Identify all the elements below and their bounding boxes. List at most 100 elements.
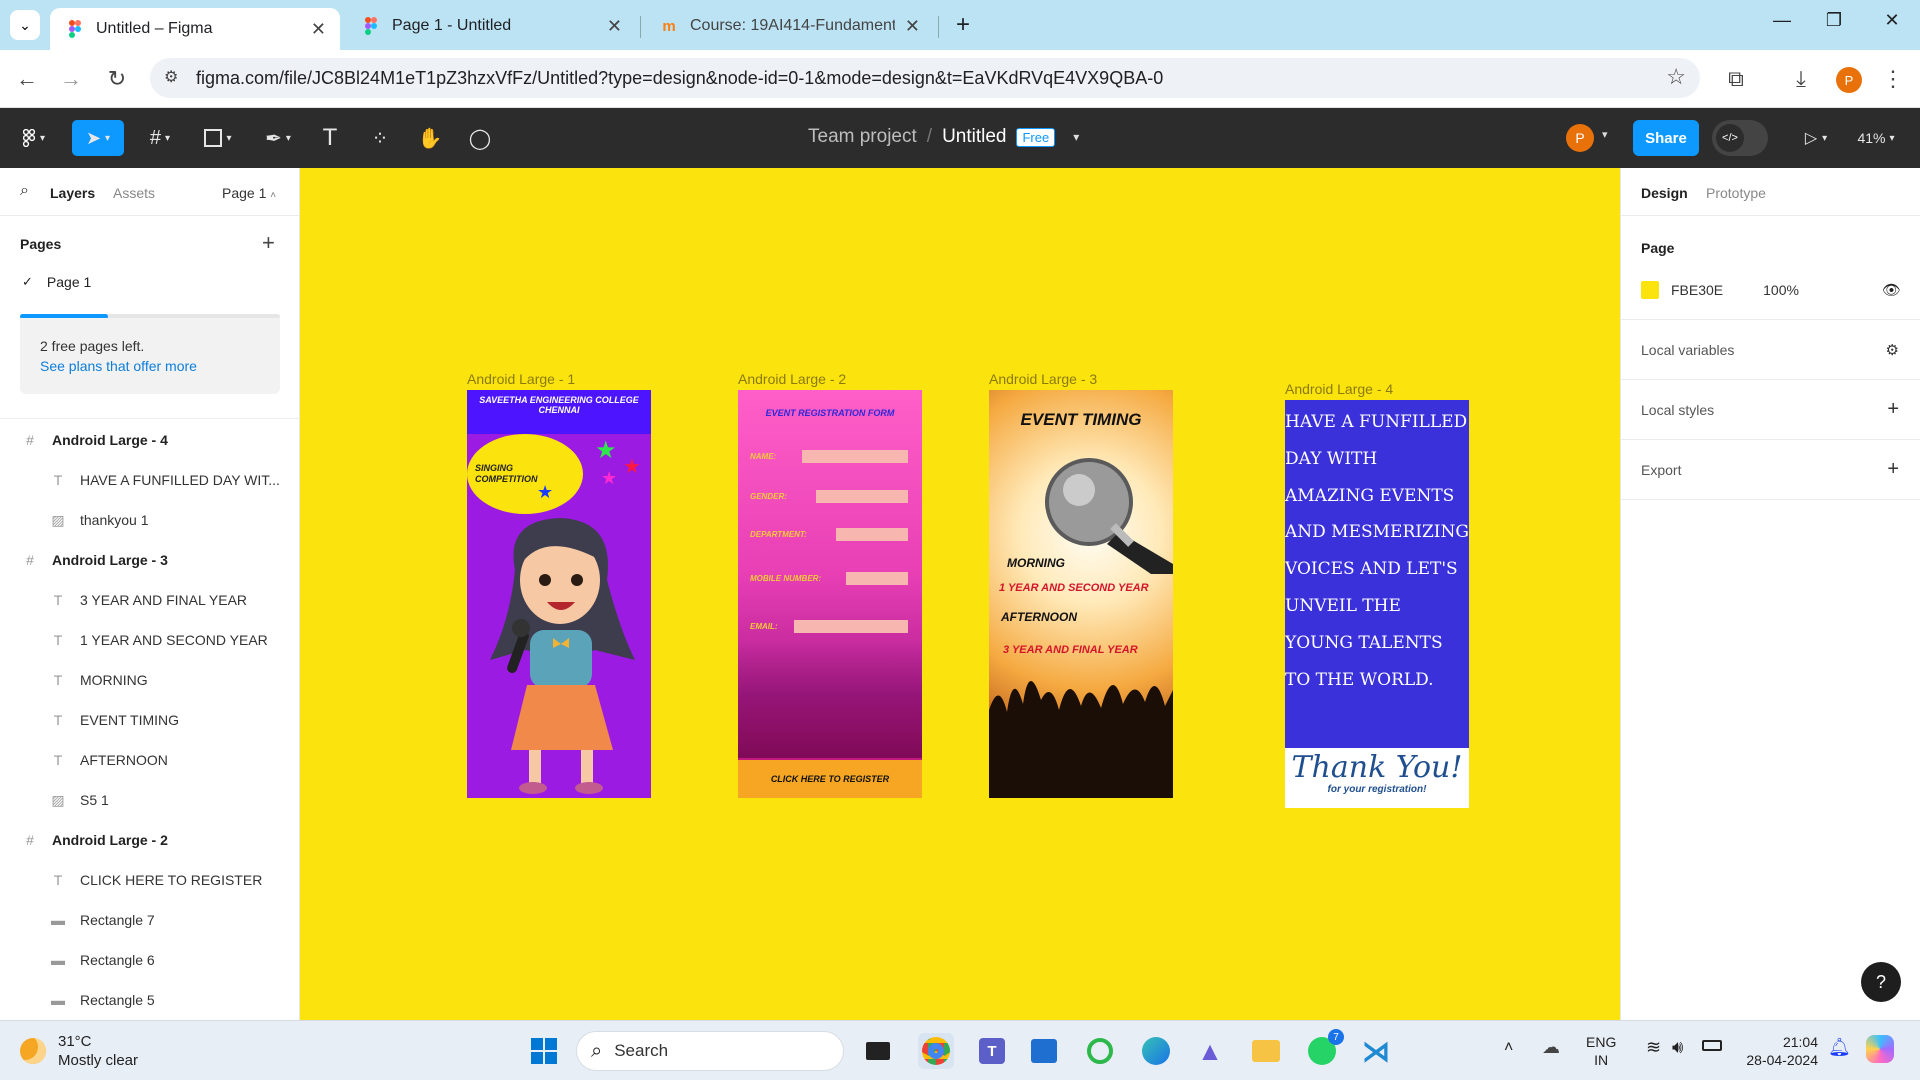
see-plans-link[interactable]: See plans that offer more — [40, 358, 280, 374]
battery-icon[interactable] — [1702, 1040, 1722, 1051]
close-icon[interactable]: ✕ — [607, 16, 622, 37]
start-button[interactable] — [526, 1033, 562, 1069]
layer-item[interactable]: ▬ Rectangle 7 — [0, 900, 300, 940]
multiplayer-avatar[interactable]: P — [1566, 124, 1594, 152]
fill-opacity-value[interactable]: 100% — [1763, 282, 1799, 298]
site-settings-icon[interactable]: ⚙ — [164, 67, 178, 87]
tab-layers[interactable]: Layers — [50, 185, 95, 201]
edge-app[interactable] — [1138, 1033, 1174, 1069]
reload-button[interactable]: ↻ — [104, 66, 130, 92]
tab-page1-untitled[interactable]: Page 1 - Untitled ✕ — [346, 8, 636, 44]
team-name[interactable]: Team project — [808, 126, 917, 148]
layer-item[interactable]: ▨ thankyou 1 — [0, 500, 300, 540]
layer-item[interactable]: T EVENT TIMING — [0, 700, 300, 740]
fill-hex-value[interactable]: FBE30E — [1671, 282, 1723, 298]
whatsapp-app[interactable]: 7 — [1304, 1029, 1344, 1069]
file-explorer-app[interactable] — [1248, 1033, 1284, 1069]
back-button[interactable]: ← — [14, 66, 40, 92]
task-view-button[interactable] — [860, 1033, 896, 1069]
form-field-input[interactable] — [794, 620, 908, 633]
tab-assets[interactable]: Assets — [113, 185, 155, 201]
share-button[interactable]: Share — [1633, 120, 1699, 156]
profile-avatar[interactable]: P — [1836, 67, 1862, 93]
tab-design[interactable]: Design — [1641, 185, 1688, 201]
frame-label[interactable]: Android Large - 2 — [738, 371, 846, 387]
plus-icon[interactable]: + — [1887, 398, 1899, 421]
file-name[interactable]: Untitled — [942, 126, 1006, 148]
present-button[interactable]: ▷ ▾ — [1796, 122, 1836, 154]
frame-android-large-1[interactable]: SAVEETHA ENGINEERING COLLEGE CHENNAI SIN… — [467, 390, 651, 798]
close-icon[interactable]: ✕ — [905, 16, 920, 37]
clock[interactable]: 21:04 28-04-2024 — [1734, 1033, 1818, 1069]
vscode-app[interactable]: ⋊ — [1358, 1033, 1394, 1069]
add-page-button[interactable]: + — [262, 230, 275, 256]
form-field-input[interactable] — [816, 490, 908, 503]
tab-prototype[interactable]: Prototype — [1706, 185, 1766, 201]
teams-app[interactable]: T — [974, 1033, 1010, 1069]
layer-item[interactable]: # Android Large - 3 — [0, 540, 300, 580]
tab-search-button[interactable]: ⌄ — [10, 10, 40, 40]
frame-android-large-3[interactable]: EVENT TIMING MORNING 1 YEAR AND SECOND Y… — [989, 390, 1173, 798]
layer-item[interactable]: ▬ Rectangle 6 — [0, 940, 300, 980]
layer-item[interactable]: T 3 YEAR AND FINAL YEAR — [0, 580, 300, 620]
close-icon[interactable]: ✕ — [311, 19, 326, 40]
local-styles-section[interactable]: Local styles + — [1621, 380, 1920, 440]
forward-button[interactable]: → — [58, 66, 84, 92]
plus-icon[interactable]: + — [1887, 458, 1899, 481]
zoom-menu[interactable]: 41% ▾ — [1848, 122, 1904, 154]
comment-tool-button[interactable]: ◯ — [464, 122, 496, 154]
page-selector[interactable]: Page 1 ˄ — [222, 185, 276, 201]
language-indicator[interactable]: ENG IN — [1586, 1033, 1616, 1069]
move-tool-button[interactable]: ➤ ▾ — [72, 120, 124, 156]
bookmark-star-icon[interactable]: ☆ — [1666, 64, 1686, 90]
form-field-input[interactable] — [846, 572, 908, 585]
dev-mode-toggle[interactable]: </> — [1712, 120, 1768, 156]
frame-tool-button[interactable]: # ▾ — [138, 122, 182, 154]
local-variables-section[interactable]: Local variables ⚙ — [1621, 320, 1920, 380]
copilot-icon[interactable] — [1866, 1035, 1894, 1063]
chevron-down-icon[interactable]: ▾ — [1073, 130, 1079, 144]
layer-item[interactable]: # Android Large - 4 — [0, 420, 300, 460]
extensions-button[interactable]: ⧉ — [1723, 66, 1749, 92]
layer-item[interactable]: # Android Large - 2 — [0, 820, 300, 860]
chrome-app[interactable] — [918, 1033, 954, 1069]
search-icon[interactable]: ⌕ — [20, 182, 29, 200]
layer-item[interactable]: T MORNING — [0, 660, 300, 700]
tab-figma-untitled[interactable]: Untitled – Figma ✕ — [50, 8, 340, 50]
chevron-down-icon[interactable]: ▾ — [1602, 128, 1608, 141]
export-section[interactable]: Export + — [1621, 440, 1920, 500]
form-field-input[interactable] — [802, 450, 908, 463]
pen-tool-button[interactable]: ✒ ▾ — [256, 122, 300, 154]
layer-item[interactable]: T AFTERNOON — [0, 740, 300, 780]
volume-icon[interactable]: 🔊︎ — [1672, 1037, 1683, 1058]
layer-item[interactable]: T CLICK HERE TO REGISTER — [0, 860, 300, 900]
browser-menu-button[interactable]: ⋮ — [1880, 66, 1906, 92]
frame-android-large-4[interactable]: HAVE A FUNFILLED DAY WITH AMAZING EVENTS… — [1285, 400, 1469, 808]
variables-settings-icon[interactable]: ⚙ — [1886, 341, 1899, 359]
layer-item[interactable]: T 1 YEAR AND SECOND YEAR — [0, 620, 300, 660]
proton-app[interactable]: ▲ — [1192, 1033, 1228, 1069]
chevron-up-icon[interactable]: ˄ — [1504, 1039, 1513, 1057]
address-bar[interactable]: ⚙ figma.com/file/JC8Bl24M1eT1pZ3hzxVfFz/… — [150, 58, 1700, 98]
eye-icon[interactable]: 👁 — [1882, 281, 1901, 299]
page-item[interactable]: ✓ Page 1 — [0, 264, 300, 300]
store-app[interactable] — [1026, 1033, 1062, 1069]
page-fill-row[interactable]: FBE30E 100% 👁 — [1641, 278, 1901, 302]
taskbar-search-box[interactable]: ⌕ Search — [576, 1031, 844, 1071]
close-window-button[interactable]: ✕ — [1872, 10, 1912, 31]
text-tool-button[interactable]: T — [314, 122, 346, 154]
shape-tool-button[interactable]: ▾ — [196, 122, 240, 154]
frame-label[interactable]: Android Large - 3 — [989, 371, 1097, 387]
design-canvas[interactable]: Android Large - 1 SAVEETHA ENGINEERING C… — [300, 168, 1620, 1020]
frame-label[interactable]: Android Large - 1 — [467, 371, 575, 387]
frame-label[interactable]: Android Large - 4 — [1285, 381, 1393, 397]
hand-tool-button[interactable]: ✋ — [414, 122, 446, 154]
notification-bell-icon[interactable]: 🔔︎ — [1828, 1037, 1851, 1058]
restore-button[interactable]: ❐ — [1814, 10, 1854, 31]
circle-app[interactable] — [1082, 1033, 1118, 1069]
main-menu-button[interactable]: ▾ — [14, 122, 54, 154]
frame-android-large-2[interactable]: EVENT REGISTRATION FORM NAME: GENDER: DEPA… — [738, 390, 922, 798]
form-field-input[interactable] — [836, 528, 908, 541]
tab-course[interactable]: m Course: 19AI414-Fundamentals ✕ — [644, 8, 934, 44]
layer-item[interactable]: T HAVE A FUNFILLED DAY WIT... — [0, 460, 300, 500]
